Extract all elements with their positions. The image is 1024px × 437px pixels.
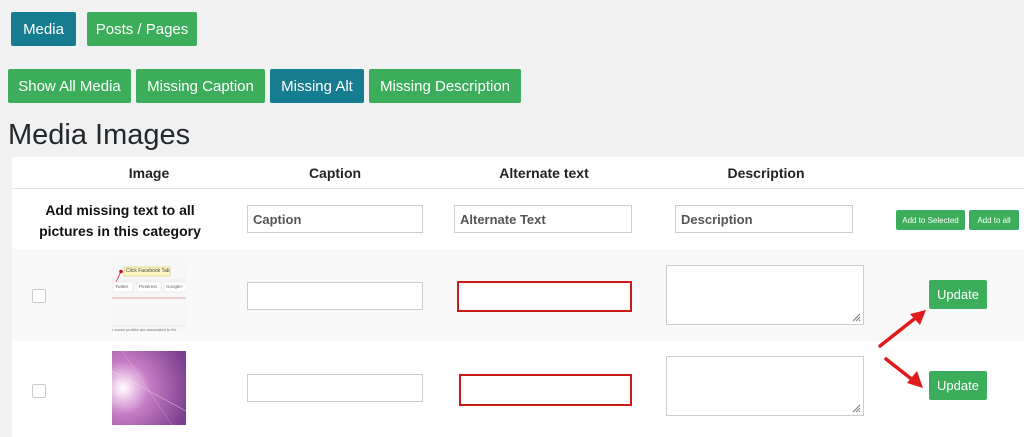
caption-input[interactable]: [247, 374, 423, 402]
update-button[interactable]: Update: [929, 371, 987, 400]
add-to-selected-button[interactable]: Add to Selected: [896, 210, 965, 230]
thumb-tab-text: Google+: [166, 284, 184, 289]
column-header-image: Image: [128, 165, 170, 181]
resize-grip-icon[interactable]: [851, 403, 861, 413]
column-header-alt-text: Alternate text: [499, 165, 589, 181]
posts-pages-tab-button[interactable]: Posts / Pages: [87, 12, 197, 46]
thumb-footer-text: r social profiles are associated to thi: [112, 327, 176, 332]
thumb-tab-text: Pinterest: [139, 284, 157, 289]
missing-caption-button[interactable]: Missing Caption: [136, 69, 265, 103]
annotation-arrows-icon: [878, 310, 926, 388]
show-all-media-button[interactable]: Show All Media: [8, 69, 131, 103]
bulk-alt-text-input[interactable]: Alternate Text: [454, 205, 632, 233]
table-row: Click Facebook Tab Twitter Pinterest Goo…: [12, 249, 1024, 341]
row-select-checkbox[interactable]: [32, 384, 46, 398]
bulk-caption-input[interactable]: Caption: [247, 205, 423, 233]
bulk-add-label: Add missing text to all pictures in this…: [39, 202, 201, 239]
alt-text-input[interactable]: [459, 374, 632, 406]
page-title: Media Images: [8, 119, 191, 151]
table-row: Update: [12, 341, 1024, 437]
description-textarea[interactable]: [666, 265, 864, 325]
media-tab-button[interactable]: Media: [11, 12, 76, 46]
image-thumbnail: Click Facebook Tab Twitter Pinterest Goo…: [112, 258, 186, 332]
column-header-caption: Caption: [308, 165, 362, 181]
add-to-all-button[interactable]: Add to all: [969, 210, 1019, 230]
image-thumbnail: [112, 351, 186, 425]
column-header-description: Description: [727, 165, 805, 181]
update-button[interactable]: Update: [929, 280, 987, 309]
bulk-description-input[interactable]: Description: [675, 205, 853, 233]
thumb-tab-text: Twitter: [115, 284, 129, 289]
description-textarea[interactable]: [666, 356, 864, 416]
missing-alt-button[interactable]: Missing Alt: [270, 69, 364, 103]
resize-grip-icon[interactable]: [851, 312, 861, 322]
caption-input[interactable]: [247, 282, 423, 310]
alt-text-input[interactable]: [457, 281, 632, 312]
media-table: Image Caption Alternate text Description…: [12, 157, 1024, 437]
row-select-checkbox[interactable]: [32, 289, 46, 303]
missing-description-button[interactable]: Missing Description: [369, 69, 521, 103]
purple-gradient-thumbnail: [112, 351, 186, 425]
header-divider: [12, 188, 1024, 189]
thumb-callout-text: Click Facebook Tab: [126, 268, 170, 274]
